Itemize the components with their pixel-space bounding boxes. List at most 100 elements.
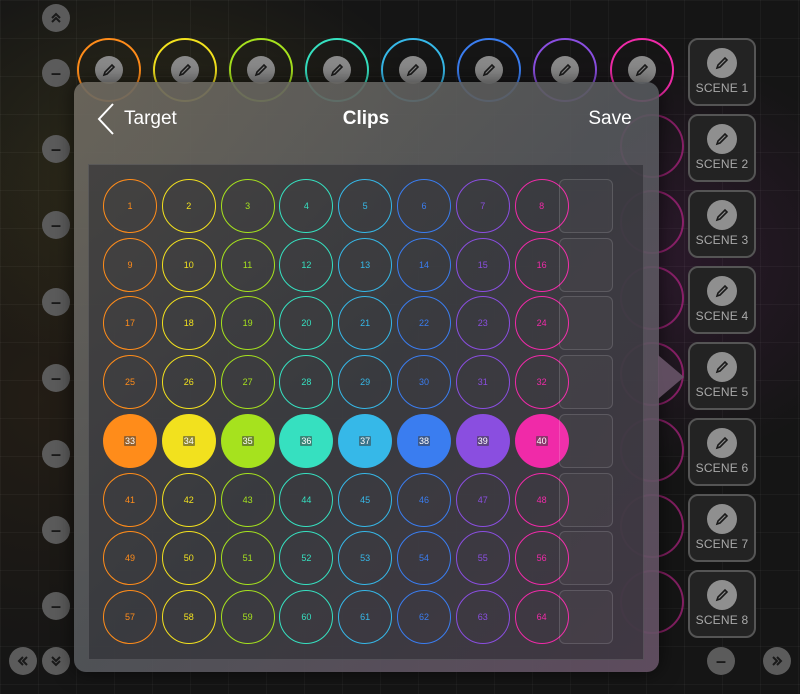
minus-button[interactable]: –	[42, 364, 70, 392]
scene-label: SCENE 4	[695, 309, 749, 323]
clip-slot[interactable]: 57	[103, 589, 157, 644]
clip-slot[interactable]: 4	[279, 179, 334, 233]
clip-slot[interactable]: 37	[338, 413, 393, 468]
clip-number: 57	[124, 611, 135, 622]
save-button[interactable]: Save	[580, 108, 640, 130]
minus-button[interactable]: –	[42, 59, 70, 87]
clip-number: 31	[477, 377, 488, 388]
clip-slot[interactable]: 27	[220, 355, 275, 410]
empty-scene-slot[interactable]	[559, 296, 614, 351]
clip-number: 44	[301, 494, 312, 505]
scene-button-7[interactable]: SCENE 7	[688, 494, 756, 562]
scene-button-4[interactable]: SCENE 4	[688, 266, 756, 334]
clip-slot[interactable]: 3	[220, 179, 275, 233]
clip-slot[interactable]: 43	[220, 472, 275, 527]
minus-button[interactable]: –	[42, 288, 70, 316]
clip-slot[interactable]: 46	[397, 472, 451, 527]
empty-scene-slot[interactable]	[559, 355, 614, 410]
scene-button-1[interactable]: SCENE 1	[688, 38, 756, 106]
double-chevron-up-icon[interactable]	[42, 4, 70, 32]
double-chevron-down-icon[interactable]	[42, 647, 70, 675]
clip-slot[interactable]: 47	[455, 472, 510, 527]
clip-slot[interactable]: 33	[103, 413, 157, 468]
clip-slot[interactable]: 34	[161, 413, 216, 468]
scene-button-3[interactable]: SCENE 3	[688, 190, 756, 258]
scene-label: SCENE 6	[695, 461, 749, 475]
clip-slot[interactable]: 39	[455, 413, 510, 468]
clip-slot[interactable]: 45	[338, 472, 393, 527]
clip-slot[interactable]: 63	[455, 589, 510, 644]
clip-number: 36	[300, 435, 313, 446]
clip-number: 18	[183, 318, 194, 329]
clip-slot[interactable]: 5	[338, 179, 393, 233]
double-chevron-right-icon[interactable]	[763, 647, 791, 675]
clip-slot[interactable]: 42	[161, 472, 216, 527]
clip-slot[interactable]: 61	[338, 589, 393, 644]
clip-slot[interactable]: 1	[103, 179, 157, 233]
clip-slot[interactable]: 22	[397, 296, 451, 351]
clip-slot[interactable]: 51	[220, 531, 275, 586]
clip-slot[interactable]: 55	[455, 531, 510, 586]
clip-slot[interactable]: 35	[220, 413, 275, 468]
clip-number: 54	[418, 553, 429, 564]
clip-slot[interactable]: 29	[338, 355, 393, 410]
clip-slot[interactable]: 13	[338, 237, 393, 292]
clip-slot[interactable]: 53	[338, 531, 393, 586]
clip-slot[interactable]: 15	[455, 237, 510, 292]
clip-slot[interactable]: 30	[397, 355, 451, 410]
minus-button[interactable]: –	[42, 516, 70, 544]
clip-slot[interactable]: 38	[397, 413, 451, 468]
empty-scene-slot[interactable]	[559, 531, 614, 586]
clip-slot[interactable]: 31	[455, 355, 510, 410]
clip-slot[interactable]: 60	[279, 589, 334, 644]
clip-slot[interactable]: 7	[455, 179, 510, 233]
clip-slot[interactable]: 9	[103, 237, 157, 292]
pencil-icon	[707, 504, 737, 534]
empty-scene-slot[interactable]	[559, 472, 614, 527]
clip-slot[interactable]: 59	[220, 589, 275, 644]
pencil-icon	[475, 56, 503, 84]
scene-button-6[interactable]: SCENE 6	[688, 418, 756, 486]
clip-slot[interactable]: 58	[161, 589, 216, 644]
clip-slot[interactable]: 12	[279, 237, 334, 292]
minus-button[interactable]: –	[707, 647, 735, 675]
clip-slot[interactable]: 23	[455, 296, 510, 351]
empty-scene-slot[interactable]	[559, 413, 614, 468]
clip-slot[interactable]: 49	[103, 531, 157, 586]
clip-slot[interactable]: 14	[397, 237, 451, 292]
clip-number: 37	[359, 435, 372, 446]
clip-slot[interactable]: 19	[220, 296, 275, 351]
clip-slot[interactable]: 6	[397, 179, 451, 233]
clip-number: 5	[362, 201, 368, 211]
clip-slot[interactable]: 36	[279, 413, 334, 468]
clip-slot[interactable]: 41	[103, 472, 157, 527]
minus-button[interactable]: –	[42, 135, 70, 163]
clip-slot[interactable]: 62	[397, 589, 451, 644]
clip-slot[interactable]: 10	[161, 237, 216, 292]
back-button[interactable]: Target	[96, 100, 177, 138]
chevron-left-icon	[97, 103, 114, 135]
scene-button-8[interactable]: SCENE 8	[688, 570, 756, 638]
clip-slot[interactable]: 11	[220, 237, 275, 292]
clip-slot[interactable]: 25	[103, 355, 157, 410]
clip-slot[interactable]: 17	[103, 296, 157, 351]
empty-scene-slot[interactable]	[559, 237, 614, 292]
double-chevron-left-icon[interactable]	[9, 647, 37, 675]
clip-number: 51	[242, 553, 253, 564]
clip-slot[interactable]: 44	[279, 472, 334, 527]
empty-scene-slot[interactable]	[559, 589, 614, 644]
clip-slot[interactable]: 2	[161, 179, 216, 233]
clip-slot[interactable]: 26	[161, 355, 216, 410]
minus-button[interactable]: –	[42, 592, 70, 620]
minus-button[interactable]: –	[42, 211, 70, 239]
clip-slot[interactable]: 50	[161, 531, 216, 586]
scene-button-5[interactable]: SCENE 5	[688, 342, 756, 410]
clip-slot[interactable]: 54	[397, 531, 451, 586]
clip-number: 47	[477, 494, 488, 505]
scene-button-2[interactable]: SCENE 2	[688, 114, 756, 182]
empty-scene-slot[interactable]	[559, 179, 614, 233]
clip-number: 11	[242, 259, 253, 270]
clip-number: 14	[418, 259, 429, 270]
clip-slot[interactable]: 18	[161, 296, 216, 351]
minus-button[interactable]: –	[42, 440, 70, 468]
